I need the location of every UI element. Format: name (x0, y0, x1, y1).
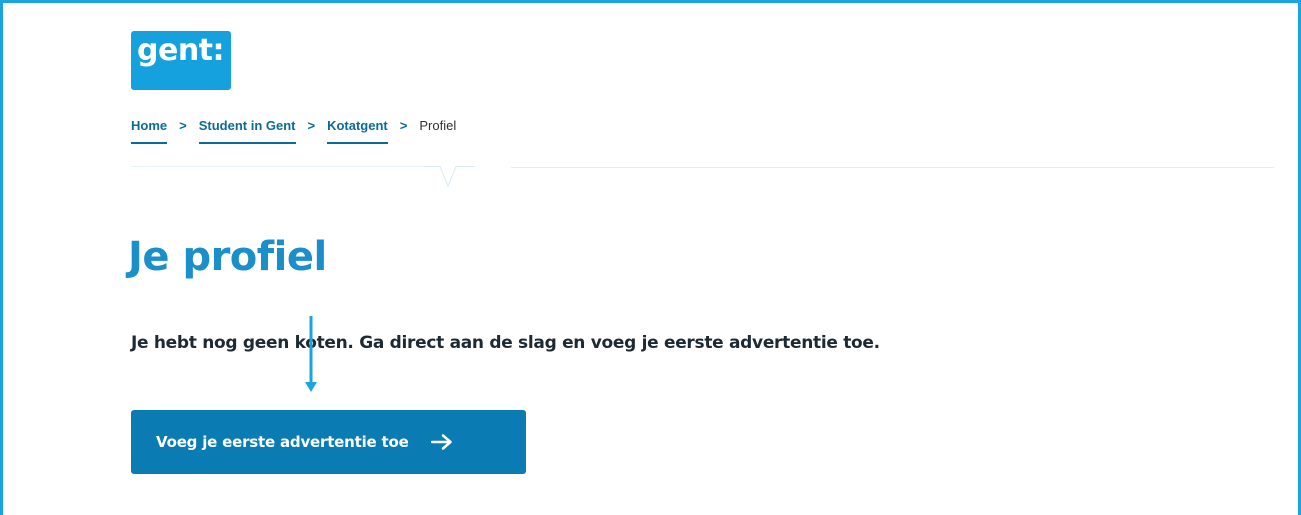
gent-logo[interactable]: gent: (131, 31, 231, 90)
breadcrumb-separator-icon: > (399, 118, 408, 133)
breadcrumb: Home > Student in Gent > Kotatgent > Pro… (131, 118, 456, 146)
cta-button-label: Voeg je eerste advertentie toe (156, 433, 409, 451)
breadcrumb-separator-icon: > (307, 118, 316, 133)
frame-left-border (0, 0, 3, 515)
intro-text: Je hebt nog geen koten. Ga direct aan de… (131, 333, 880, 353)
frame-top-border (0, 0, 1301, 3)
breadcrumb-link-student-in-gent[interactable]: Student in Gent (198, 118, 296, 144)
breadcrumb-divider (511, 167, 1274, 168)
breadcrumb-notch (425, 166, 475, 188)
breadcrumb-current: Profiel (419, 118, 457, 133)
arrow-right-icon (430, 434, 453, 450)
annotation-arrow-icon (305, 316, 317, 392)
breadcrumb-divider (131, 166, 426, 167)
breadcrumb-separator-icon: > (179, 118, 187, 133)
add-first-advertisement-button[interactable]: Voeg je eerste advertentie toe (131, 410, 526, 474)
breadcrumb-link-kotatgent[interactable]: Kotatgent (327, 118, 388, 144)
page-title: Je profiel (128, 234, 327, 280)
breadcrumb-link-home[interactable]: Home (131, 118, 168, 144)
